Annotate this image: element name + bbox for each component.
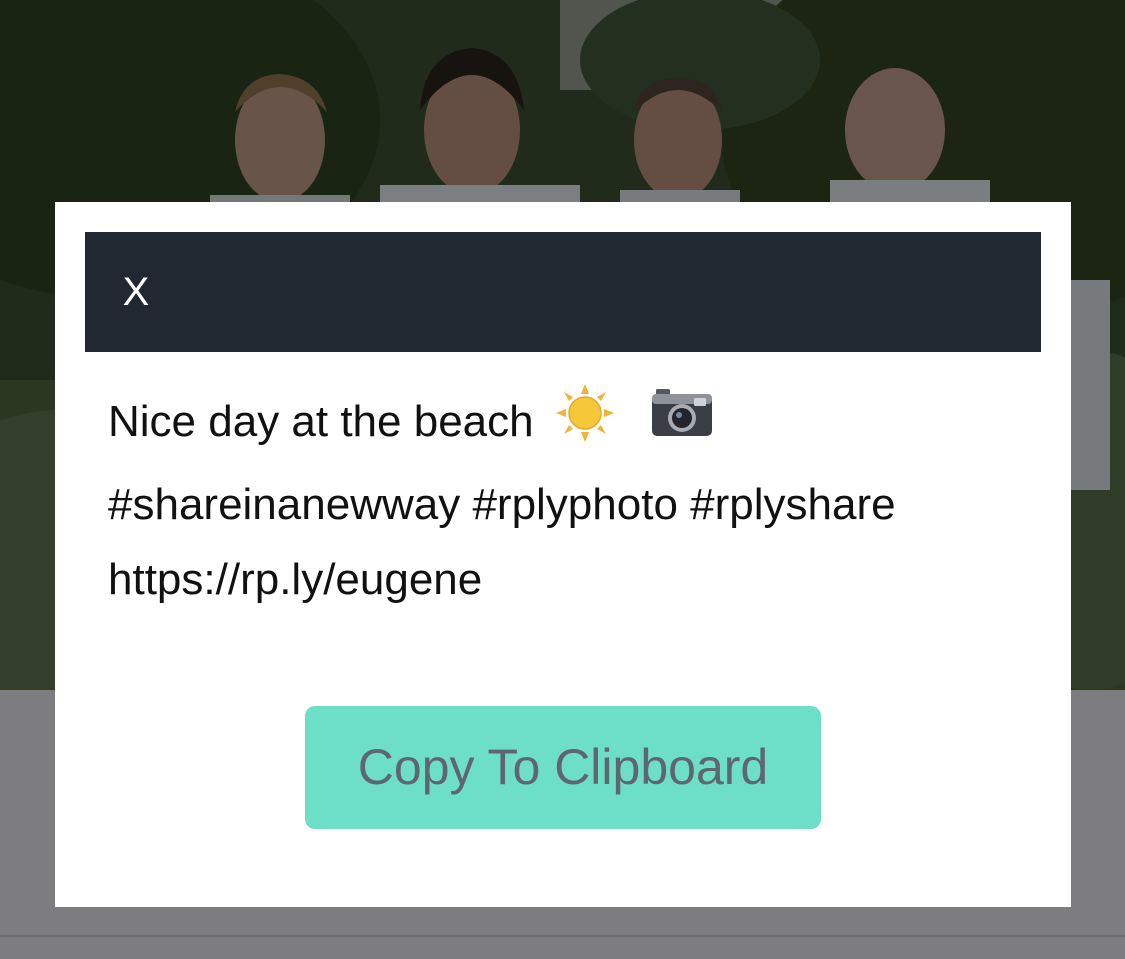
bottom-divider: [0, 935, 1125, 937]
caption-line-3: https://rp.ly/eugene: [108, 555, 483, 604]
caption-text: Nice day at the beach: [108, 397, 534, 447]
modal-header: X: [85, 232, 1041, 352]
caption-line-1: Nice day at the beach: [108, 382, 1028, 467]
camera-icon: [650, 387, 714, 462]
share-modal: X Nice day at the beach #shareinanewway …: [55, 202, 1071, 907]
share-caption[interactable]: Nice day at the beach #shareinanewway #r…: [108, 382, 1028, 617]
sun-icon: [554, 382, 616, 467]
screen: X Nice day at the beach #shareinanewway …: [0, 0, 1125, 959]
copy-to-clipboard-button[interactable]: Copy To Clipboard: [305, 706, 821, 829]
close-button[interactable]: X: [111, 264, 161, 320]
caption-line-2: #shareinanewway #rplyphoto #rplyshare: [108, 480, 896, 529]
